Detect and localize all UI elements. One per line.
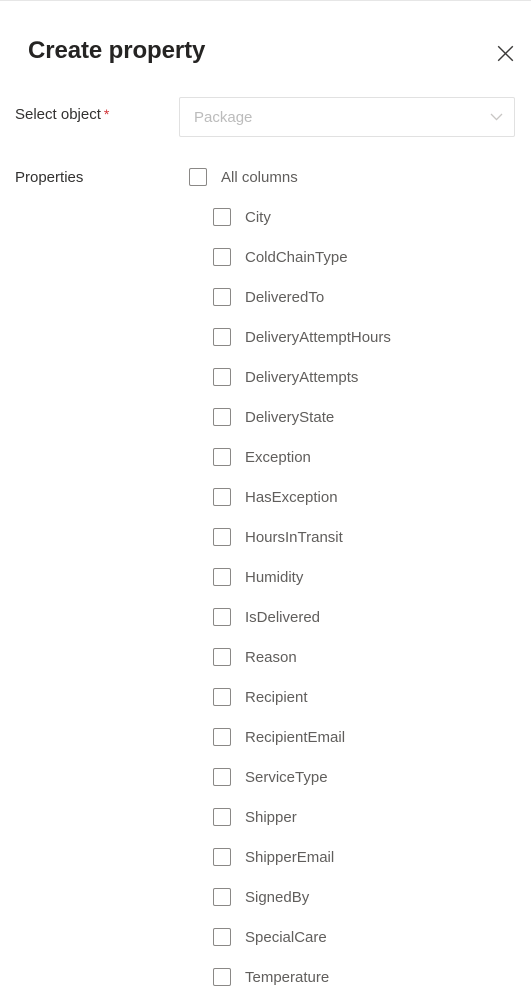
checkbox-label: Temperature [245, 968, 330, 986]
checkbox-label: Reason [245, 648, 297, 666]
checkbox-label: City [245, 208, 271, 226]
checkbox-icon[interactable] [213, 368, 231, 386]
checkbox-icon[interactable] [213, 528, 231, 546]
checkbox-label: IsDelivered [245, 608, 321, 626]
checkbox-icon[interactable] [213, 808, 231, 826]
checkbox-row-exception[interactable]: Exception [0, 437, 311, 477]
checkbox-icon[interactable] [213, 688, 231, 706]
panel-header: Create property [0, 1, 531, 91]
checkbox-icon[interactable] [213, 968, 231, 986]
checkbox-icon[interactable] [213, 888, 231, 906]
checkbox-row-signedby[interactable]: SignedBy [0, 877, 309, 917]
checkbox-icon[interactable] [213, 568, 231, 586]
checkbox-icon[interactable] [189, 168, 207, 186]
checkbox-label: SpecialCare [245, 928, 327, 946]
checkbox-icon[interactable] [213, 928, 231, 946]
checkbox-label: Humidity [245, 568, 304, 586]
chevron-down-icon [478, 113, 514, 121]
checkbox-row-humidity[interactable]: Humidity [0, 557, 303, 597]
checkbox-label: Recipient [245, 688, 308, 706]
checkbox-row-shipper[interactable]: Shipper [0, 797, 297, 837]
checkbox-label: ColdChainType [245, 248, 348, 266]
create-property-panel: Create property Select object * Package P… [0, 0, 531, 991]
checkbox-row-deliveryattempthours[interactable]: DeliveryAttemptHours [0, 317, 391, 357]
properties-section: Properties All columns City ColdChainType D… [0, 157, 531, 991]
checkbox-label: ServiceType [245, 768, 328, 786]
checkbox-icon[interactable] [213, 208, 231, 226]
page-title: Create property [28, 37, 206, 64]
checkbox-row-temperature[interactable]: Temperature [0, 957, 329, 991]
checkbox-row-servicetype[interactable]: ServiceType [0, 757, 328, 797]
checkbox-label: ShipperEmail [245, 848, 335, 866]
checkbox-icon[interactable] [213, 288, 231, 306]
checkbox-label: HoursInTransit [245, 528, 343, 546]
required-asterisk: * [103, 106, 110, 122]
checkbox-icon[interactable] [213, 328, 231, 346]
checkbox-row-city[interactable]: City [0, 197, 271, 237]
checkbox-row-isdelivered[interactable]: IsDelivered [0, 597, 320, 637]
select-object-row: Select object * Package [0, 97, 531, 139]
select-object-label: Select object * [15, 106, 109, 123]
properties-checkbox-list: All columns City ColdChainType DeliveredTo D… [0, 157, 531, 991]
checkbox-label: DeliveredTo [245, 288, 325, 306]
checkbox-row-deliverystate[interactable]: DeliveryState [0, 397, 334, 437]
checkbox-label: DeliveryAttempts [245, 368, 359, 386]
checkbox-row-all-columns[interactable]: All columns [0, 157, 298, 197]
close-icon [497, 45, 514, 62]
close-button[interactable] [487, 35, 523, 71]
checkbox-label: Shipper [245, 808, 297, 826]
checkbox-row-coldchaintype[interactable]: ColdChainType [0, 237, 348, 277]
select-object-dropdown[interactable]: Package [179, 97, 515, 137]
select-object-value: Package [194, 108, 253, 126]
checkbox-icon[interactable] [213, 728, 231, 746]
checkbox-icon[interactable] [213, 608, 231, 626]
checkbox-row-recipientemail[interactable]: RecipientEmail [0, 717, 345, 757]
checkbox-label: All columns [221, 168, 298, 186]
checkbox-label: DeliveryAttemptHours [245, 328, 391, 346]
select-object-label-text: Select object [15, 106, 101, 123]
checkbox-label: SignedBy [245, 888, 310, 906]
checkbox-row-shipperemail[interactable]: ShipperEmail [0, 837, 334, 877]
checkbox-label: RecipientEmail [245, 728, 346, 746]
checkbox-row-specialcare[interactable]: SpecialCare [0, 917, 327, 957]
checkbox-icon[interactable] [213, 648, 231, 666]
checkbox-icon[interactable] [213, 408, 231, 426]
checkbox-row-reason[interactable]: Reason [0, 637, 297, 677]
checkbox-row-deliveryattempts[interactable]: DeliveryAttempts [0, 357, 358, 397]
checkbox-icon[interactable] [213, 768, 231, 786]
checkbox-label: HasException [245, 488, 338, 506]
checkbox-icon[interactable] [213, 488, 231, 506]
checkbox-row-recipient[interactable]: Recipient [0, 677, 308, 717]
checkbox-label: DeliveryState [245, 408, 335, 426]
checkbox-row-deliveredto[interactable]: DeliveredTo [0, 277, 324, 317]
checkbox-row-hasexception[interactable]: HasException [0, 477, 338, 517]
checkbox-icon[interactable] [213, 248, 231, 266]
checkbox-row-hoursintransit[interactable]: HoursInTransit [0, 517, 343, 557]
checkbox-icon[interactable] [213, 848, 231, 866]
checkbox-icon[interactable] [213, 448, 231, 466]
checkbox-label: Exception [245, 448, 311, 466]
